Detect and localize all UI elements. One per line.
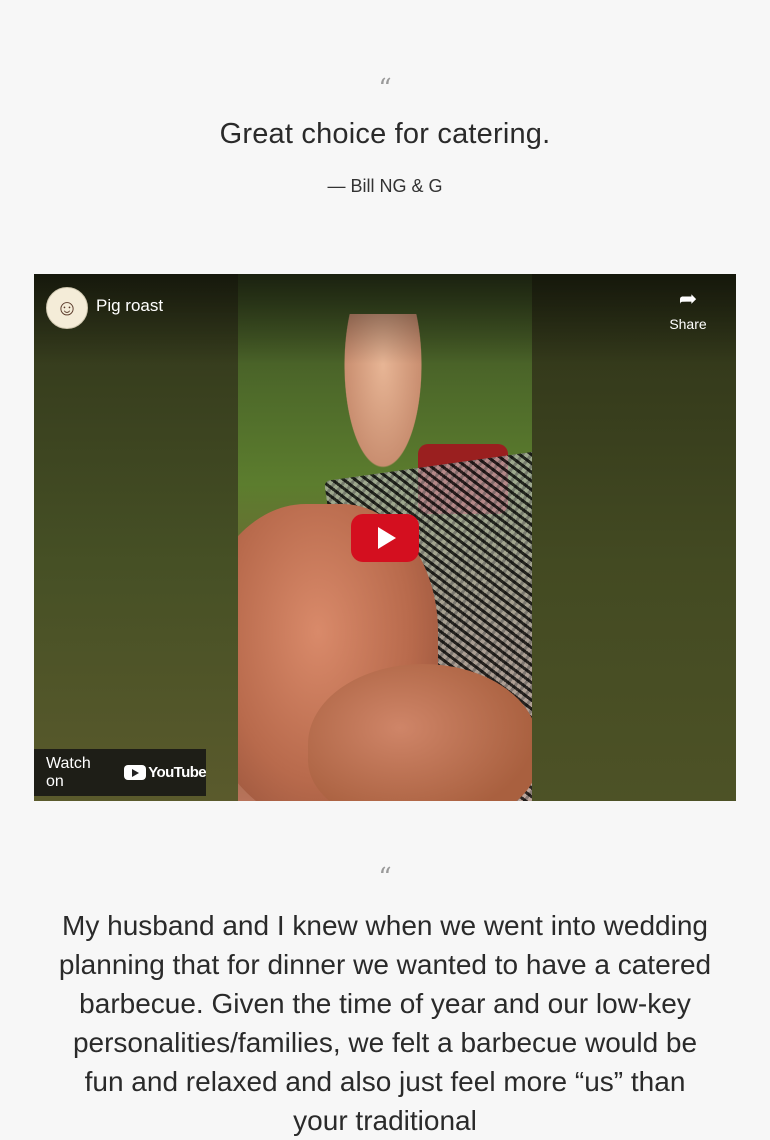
video-title[interactable]: Pig roast <box>96 296 163 316</box>
youtube-logo-text: YouTube <box>148 764 206 781</box>
youtube-logo-icon: YouTube <box>124 764 207 781</box>
video-embed[interactable]: ☺ Pig roast ➦ Share Watch on YouTube <box>34 274 736 801</box>
play-icon <box>378 527 396 549</box>
watch-on-label: Watch on <box>46 754 91 790</box>
quote-mark-2: “ <box>378 863 392 893</box>
quote-mark-1: “ <box>378 74 392 104</box>
testimonial-quote-1: Great choice for catering. <box>219 118 551 150</box>
testimonial-author-1: — Bill NG & G <box>327 176 443 196</box>
share-label: Share <box>669 316 707 332</box>
share-arrow-icon: ➦ <box>678 286 698 311</box>
play-button[interactable] <box>351 514 419 562</box>
watch-on-youtube-button[interactable]: Watch on YouTube <box>34 749 207 796</box>
testimonial-quote-2: My husband and I knew when we went into … <box>58 910 712 1136</box>
youtube-play-box-icon <box>124 765 147 780</box>
video-top-shade <box>34 274 736 364</box>
share-button[interactable]: ➦ Share <box>668 286 708 332</box>
channel-avatar-icon[interactable]: ☺ <box>46 287 88 329</box>
